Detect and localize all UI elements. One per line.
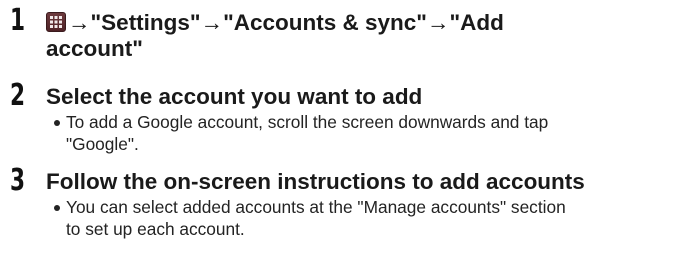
step-note-line1: You can select added accounts at the "Ma… (66, 197, 566, 217)
step-note-line2: "Google". (66, 134, 139, 154)
step-note: To add a Google account, scroll the scre… (66, 111, 665, 155)
step-3: 3 Follow the on-screen instructions to a… (0, 166, 675, 252)
bullet-icon (54, 120, 60, 126)
step-1: 1 →"Settings"→"Accounts & sync"→"Add acc… (0, 6, 675, 70)
step-heading-text-line2: account" (46, 36, 143, 61)
step-note-line2: to set up each account. (66, 219, 245, 239)
step-number: 3 (10, 163, 26, 198)
step-note-line1: To add a Google account, scroll the scre… (66, 112, 549, 132)
step-heading: →"Settings"→"Accounts & sync"→"Add accou… (46, 10, 665, 62)
step-note: You can select added accounts at the "Ma… (66, 196, 665, 240)
step-number: 1 (10, 3, 26, 38)
apps-grid-icon (46, 12, 66, 32)
step-number: 2 (10, 78, 26, 113)
step-2: 2 Select the account you want to add To … (0, 78, 675, 155)
step-heading: Follow the on-screen instructions to add… (46, 169, 585, 194)
step-heading: Select the account you want to add (46, 84, 423, 109)
bullet-icon (54, 205, 60, 211)
step-heading-text: →"Settings"→"Accounts & sync"→"Add (68, 10, 504, 35)
